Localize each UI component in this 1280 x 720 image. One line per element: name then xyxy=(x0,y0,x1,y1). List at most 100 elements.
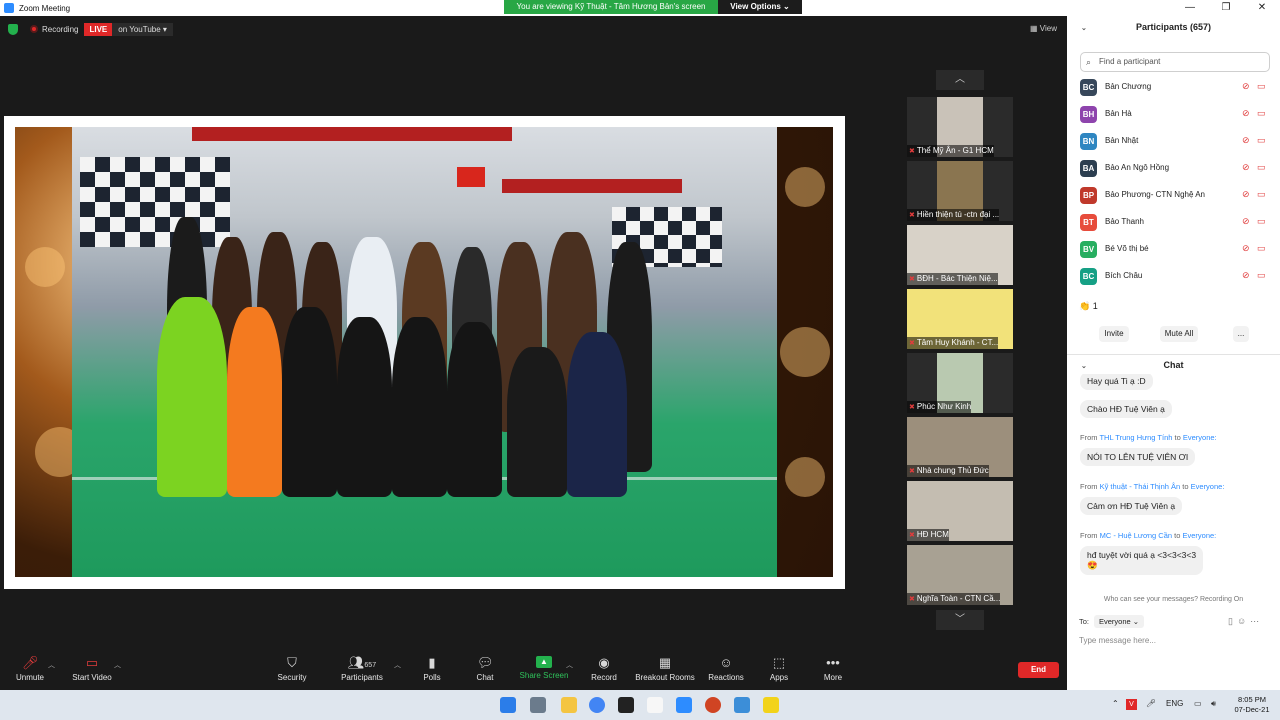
participant-row[interactable]: BA Bảo An Ngô Hồng ⊘ ▭ xyxy=(1080,160,1275,178)
thumbnail-name: Tâm Huy Khánh - CT... xyxy=(916,338,999,347)
window-controls: — ❐ ✕ xyxy=(1172,0,1280,16)
video-options-caret[interactable]: ︿ xyxy=(114,660,121,670)
shared-screen xyxy=(4,116,845,589)
zoom-taskbar-icon[interactable] xyxy=(676,697,692,713)
thumbnail-name: Hiền thiện tú -ctn đại ... xyxy=(916,210,1000,219)
muted-mic-icon: ⊘ xyxy=(1242,108,1250,118)
end-meeting-button[interactable]: End xyxy=(1018,662,1059,678)
more-button[interactable]: ••• More xyxy=(798,652,868,683)
participant-row[interactable]: BH Bản Hà ⊘ ▭ xyxy=(1080,106,1275,124)
chrome-icon[interactable] xyxy=(589,697,605,713)
chat-message: Hay quá Ti ạ :D xyxy=(1080,374,1153,390)
meeting-toolbar: 🎤︎ Unmute ︿ ▭ Start Video ︿ ⛉ Security 👥… xyxy=(0,648,1067,690)
chat-message-input[interactable]: Type message here... xyxy=(1079,636,1156,645)
participant-thumbnail[interactable]: ✖ Thể Mỹ Ân - G1 HCM xyxy=(907,97,1013,157)
notepad-icon[interactable] xyxy=(647,697,663,713)
status-row: Recording LIVE on YouTube ▾ xyxy=(8,22,173,36)
participants-title: Participants (657) xyxy=(1135,22,1212,32)
shared-photo xyxy=(15,127,833,577)
more-icon[interactable]: ⋯ xyxy=(1250,616,1263,626)
language-indicator[interactable]: ENG xyxy=(1166,699,1183,708)
participant-thumbnail[interactable]: ✖ Nhà chung Thủ Đức xyxy=(907,417,1013,477)
clock[interactable]: 8:05 PM 07-Dec-21 xyxy=(1228,695,1276,715)
muted-mic-icon: ⊘ xyxy=(1242,135,1250,145)
participants-button[interactable]: 👥︎657 Participants xyxy=(327,652,397,683)
participant-search-input[interactable]: ⌕ Find a participant xyxy=(1080,52,1270,72)
participants-header: ⌄ Participants (657) xyxy=(1067,22,1280,38)
collapse-chevron-icon[interactable]: ⌄ xyxy=(1081,362,1087,370)
unmute-button[interactable]: 🎤︎ Unmute xyxy=(0,652,65,683)
thumbnails-down-button[interactable]: ﹀ xyxy=(936,610,984,630)
chat-message: Cảm ơn HĐ Tuệ Viên ạ xyxy=(1080,497,1183,515)
zoom-app-icon xyxy=(4,3,14,13)
chat-sender: From Kỹ thuật - Thái Thịnh Ân to Everyon… xyxy=(1080,482,1225,491)
participant-name: Bích Châu xyxy=(1105,271,1143,280)
emoji-icon[interactable]: ☺ xyxy=(1237,616,1250,626)
file-explorer-icon[interactable] xyxy=(561,697,577,713)
participant-row[interactable]: BP Bảo Phương- CTN Nghệ An ⊘ ▭ xyxy=(1080,187,1275,205)
sender-name[interactable]: THL Trung Hưng Tính xyxy=(1099,433,1172,442)
participant-row[interactable]: BC Bản Chương ⊘ ▭ xyxy=(1080,79,1275,97)
invite-button[interactable]: Invite xyxy=(1099,326,1129,342)
antivirus-icon[interactable]: V xyxy=(1126,699,1137,710)
participants-more-button[interactable]: ... xyxy=(1233,326,1249,342)
view-options-button[interactable]: View Options ⌄ xyxy=(718,0,802,14)
video-off-icon: ▭ xyxy=(1257,162,1266,172)
participant-thumbnail[interactable]: ✖ Phúc Như Kinh xyxy=(907,353,1013,413)
record-button[interactable]: ◉ Record xyxy=(569,652,639,683)
clock-time: 8:05 PM xyxy=(1238,695,1266,704)
sender-name[interactable]: MC - Huệ Lương Cần xyxy=(1100,531,1172,540)
muted-mic-icon: ✖ xyxy=(909,532,915,539)
participant-thumbnail[interactable]: ✖ Hiền thiện tú -ctn đại ... xyxy=(907,161,1013,221)
chevron-down-icon: ﹀ xyxy=(955,614,965,625)
clock-date: 07-Dec-21 xyxy=(1234,705,1270,714)
participant-thumbnail[interactable]: ✖ HĐ HCM xyxy=(907,481,1013,541)
record-icon: ◉ xyxy=(598,655,610,670)
chat-sender: From THL Trung Hưng Tính to Everyone: xyxy=(1080,433,1217,442)
privacy-notice[interactable]: Who can see your messages? Recording On xyxy=(1067,596,1280,603)
tray-chevron-icon[interactable]: ⌃ xyxy=(1112,699,1119,708)
minimize-icon[interactable]: — xyxy=(1172,0,1208,16)
participant-row[interactable]: BC Bích Châu ⊘ ▭ xyxy=(1080,268,1275,286)
participant-thumbnail[interactable]: ✖ Nghĩa Toàn - CTN Cầ... xyxy=(907,545,1013,605)
start-menu-icon[interactable] xyxy=(500,697,516,713)
window-title: Zoom Meeting xyxy=(19,3,71,13)
start-video-label: Start Video xyxy=(72,673,112,682)
microphone-icon[interactable]: 🎤︎ xyxy=(1146,699,1156,708)
close-icon[interactable]: ✕ xyxy=(1244,0,1280,16)
recipient-select[interactable]: Everyone ⌄ xyxy=(1094,615,1145,628)
thumbnails-up-button[interactable]: ︿ xyxy=(936,70,984,90)
participant-row[interactable]: BN Bản Nhật ⊘ ▭ xyxy=(1080,133,1275,151)
powerpoint-icon[interactable] xyxy=(705,697,721,713)
recipient-name: Everyone: xyxy=(1182,531,1217,540)
breakout-rooms-button[interactable]: ▦ Breakout Rooms xyxy=(630,652,700,683)
security-label: Security xyxy=(277,673,307,682)
sticky-notes-icon[interactable] xyxy=(763,697,779,713)
participant-row[interactable]: BT Bảo Thanh ⊘ ▭ xyxy=(1080,214,1275,232)
view-button[interactable]: ▦ View xyxy=(1030,24,1057,33)
share-banner: You are viewing Kỹ Thuật - Tâm Hương Bản… xyxy=(504,0,802,14)
video-off-icon: ▭ xyxy=(1257,243,1266,253)
audio-options-caret[interactable]: ︿ xyxy=(48,660,55,670)
muted-mic-icon: ⊘ xyxy=(1242,216,1250,226)
terminal-icon[interactable] xyxy=(618,697,634,713)
participant-thumbnail[interactable]: ✖ Tâm Huy Khánh - CT... xyxy=(907,289,1013,349)
security-button[interactable]: ⛉ Security xyxy=(257,652,327,683)
youtube-stream-dropdown[interactable]: on YouTube ▾ xyxy=(112,22,173,36)
participant-name: Bản Hà xyxy=(1105,109,1132,118)
participant-thumbnail[interactable]: ✖ BĐH - Bác Thiện Niệ... xyxy=(907,225,1013,285)
muted-mic-icon: ⊘ xyxy=(1242,243,1250,253)
network-icon[interactable]: ▭ xyxy=(1194,699,1202,708)
settings-icon[interactable] xyxy=(530,697,546,713)
volume-icon[interactable]: 🔊︎ xyxy=(1211,699,1216,709)
collapse-chevron-icon[interactable]: ⌄ xyxy=(1081,24,1087,32)
mute-all-button[interactable]: Mute All xyxy=(1160,326,1198,342)
participant-row[interactable]: BV Bé Võ thị bé ⊘ ▭ xyxy=(1080,241,1275,259)
apps-icon: ⬚ xyxy=(772,655,786,670)
maximize-icon[interactable]: ❐ xyxy=(1208,0,1244,16)
sender-name[interactable]: Kỹ thuật - Thái Thịnh Ân xyxy=(1100,482,1181,491)
share-screen-icon: ▲ xyxy=(536,656,552,668)
file-icon[interactable]: ▯ xyxy=(1228,616,1237,626)
encryption-shield-icon[interactable] xyxy=(8,23,18,35)
photos-icon[interactable] xyxy=(734,697,750,713)
